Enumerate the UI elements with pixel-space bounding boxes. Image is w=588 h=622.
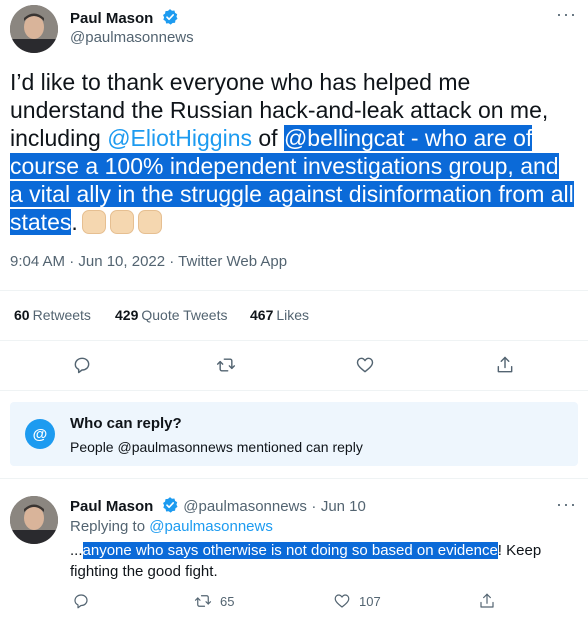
quotes-count: 429 [115, 307, 139, 323]
header-separator: · [311, 498, 317, 515]
mention-link[interactable]: @EliotHiggins [107, 125, 252, 151]
reply-text: ...anyone who says otherwise is not doin… [70, 540, 570, 582]
quotes-label: Quote Tweets [141, 307, 228, 323]
reply-like-count: 107 [359, 593, 381, 609]
reply-reply-button[interactable] [72, 592, 90, 615]
reply-share-button[interactable] [478, 592, 496, 615]
reply-author-handle[interactable]: @paulmasonnews [183, 498, 307, 515]
tweet-text-part2: of [251, 125, 284, 151]
divider [0, 390, 588, 391]
reply-icon [74, 357, 90, 374]
likes-label: Likes [276, 307, 310, 323]
divider [0, 478, 588, 479]
reply-author-name[interactable]: Paul Mason [70, 498, 153, 515]
reply-header: Paul Mason @paulmasonnews · Jun 10 [70, 496, 366, 519]
reply-selected-text: anyone who says otherwise is not doing s… [82, 542, 498, 559]
divider [0, 290, 588, 291]
more-options-icon[interactable]: ··· [556, 4, 577, 25]
author-name[interactable]: Paul Mason [70, 10, 153, 27]
replying-to: Replying to @paulmasonnews [70, 518, 273, 535]
tweet-timestamp[interactable]: 9:04 AM · Jun 10, 2022 · Twitter Web App [10, 253, 287, 270]
likes-count: 467 [250, 307, 274, 323]
verified-badge-icon [161, 8, 179, 31]
share-icon [480, 593, 494, 608]
author-handle[interactable]: @paulmasonnews [70, 29, 194, 46]
share-button[interactable] [490, 350, 520, 380]
retweets-label: Retweets [32, 307, 91, 323]
retweets-stat[interactable]: 60 Retweets [14, 307, 91, 323]
retweet-icon [194, 595, 212, 607]
raised-fist-emoji-icon [81, 210, 106, 234]
reply-retweet-count: 65 [220, 593, 235, 609]
reply-retweet-button[interactable]: 65 [194, 592, 234, 610]
raised-fist-emoji-icon [137, 210, 162, 234]
replying-to-label: Replying to [70, 518, 146, 535]
who-can-reply-subtitle: People @paulmasonnews mentioned can repl… [70, 439, 363, 455]
who-can-reply-title: Who can reply? [70, 415, 182, 432]
divider [0, 340, 588, 341]
replying-to-handle[interactable]: @paulmasonnews [149, 518, 273, 535]
raised-fist-emoji-icon [109, 210, 134, 234]
verified-badge-icon [161, 496, 179, 519]
reply-text-prefix: ... [70, 542, 83, 559]
like-icon [356, 357, 374, 373]
like-icon [334, 594, 350, 608]
retweet-button[interactable] [211, 350, 241, 380]
tweet-text-end: . [71, 209, 78, 235]
reply-more-options-icon[interactable]: ··· [556, 494, 577, 515]
share-icon [497, 356, 513, 373]
reply-button[interactable] [67, 350, 97, 380]
reply-author-avatar[interactable] [10, 496, 58, 544]
likes-stat[interactable]: 467 Likes [250, 307, 309, 323]
retweet-icon [216, 358, 236, 372]
reply-like-button[interactable]: 107 [333, 592, 381, 610]
like-button[interactable] [350, 350, 380, 380]
reply-icon [74, 594, 88, 609]
tweet-text: I’d like to thank everyone who has helpe… [10, 68, 575, 236]
reply-date[interactable]: Jun 10 [321, 498, 366, 515]
quote-tweets-stat[interactable]: 429 Quote Tweets [115, 307, 228, 323]
retweets-count: 60 [14, 307, 30, 323]
mention-badge-icon: @ [25, 419, 55, 449]
author-avatar[interactable] [10, 5, 58, 53]
who-can-reply-panel: @ Who can reply? People @paulmasonnews m… [10, 402, 578, 466]
